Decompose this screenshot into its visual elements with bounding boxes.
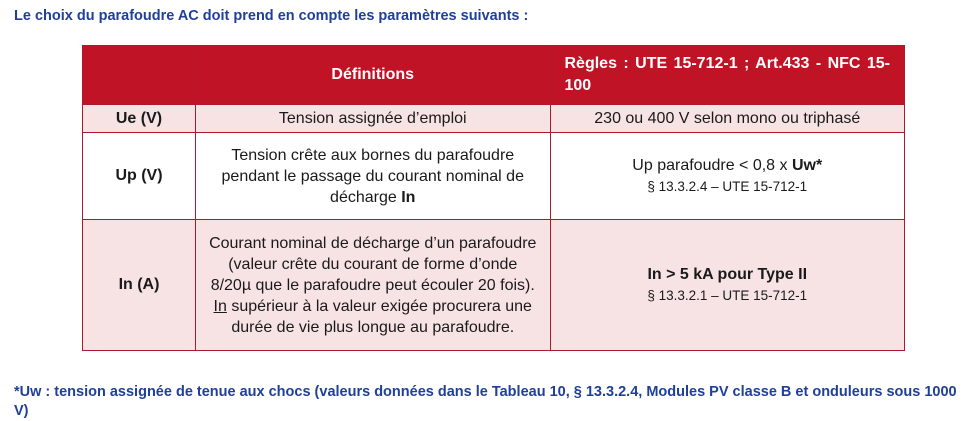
- symbol-cell: In (A): [82, 219, 196, 351]
- definition-line: (valeur crête du courant de forme d’onde: [228, 255, 518, 273]
- definition-line: 8/20µ que le parafoudre peut écouler 20 …: [210, 276, 535, 294]
- page-heading: Le choix du parafoudre AC doit prend en …: [14, 8, 529, 24]
- rule-cell: 230 ou 400 V selon mono ou triphasé: [549, 104, 905, 133]
- table-row-ue: Ue (V) Tension assignée d’emploi 230 ou …: [82, 104, 905, 133]
- rule-text: Up parafoudre < 0,8 x: [632, 157, 792, 174]
- uw-term: Uw*: [791, 157, 823, 174]
- definition-line: supérieur à la valeur exigée procurera u…: [226, 297, 532, 315]
- rule-cell: Up parafoudre < 0,8 x Uw* § 13.3.2.4 – U…: [549, 132, 905, 220]
- definition-line: Courant nominal de décharge d’un parafou…: [209, 234, 537, 252]
- in-term: In: [213, 297, 227, 315]
- rule-cell: In > 5 kA pour Type II § 13.3.2.1 – UTE …: [549, 219, 905, 351]
- table-row-in: In (A) Courant nominal de décharge d’un …: [82, 219, 905, 351]
- header-rules: Règles : UTE 15-712-1 ; Art.433 - NFC 15…: [549, 45, 905, 105]
- definition-cell: Tension assignée d’emploi: [195, 104, 551, 133]
- table-header-row: Définitions Règles : UTE 15-712-1 ; Art.…: [82, 45, 905, 105]
- table-row-up: Up (V) Tension crête aux bornes du paraf…: [82, 132, 905, 220]
- rule-reference: § 13.3.2.4 – UTE 15-712-1: [647, 179, 808, 194]
- definition-line: durée de vie plus longue au parafoudre.: [231, 318, 515, 336]
- footnote: *Uw : tension assignée de tenue aux choc…: [14, 384, 957, 419]
- header-definitions: Définitions: [195, 45, 551, 105]
- definition-line: pendant le passage du courant nominal de: [221, 167, 524, 185]
- definition-cell: Tension crête aux bornes du parafoudre p…: [195, 132, 551, 220]
- rule-reference: § 13.3.2.1 – UTE 15-712-1: [647, 288, 808, 303]
- header-empty-cell: [82, 45, 196, 105]
- symbol-cell: Up (V): [82, 132, 196, 220]
- in-term: In: [401, 188, 416, 206]
- definition-line: Tension crête aux bornes du parafoudre: [231, 146, 515, 164]
- symbol-cell: Ue (V): [82, 104, 196, 133]
- rule-text: In > 5 kA pour Type II: [647, 266, 808, 283]
- definition-cell: Courant nominal de décharge d’un parafou…: [195, 219, 551, 351]
- definition-line: décharge: [330, 188, 402, 206]
- parameters-table: Définitions Règles : UTE 15-712-1 ; Art.…: [82, 45, 905, 351]
